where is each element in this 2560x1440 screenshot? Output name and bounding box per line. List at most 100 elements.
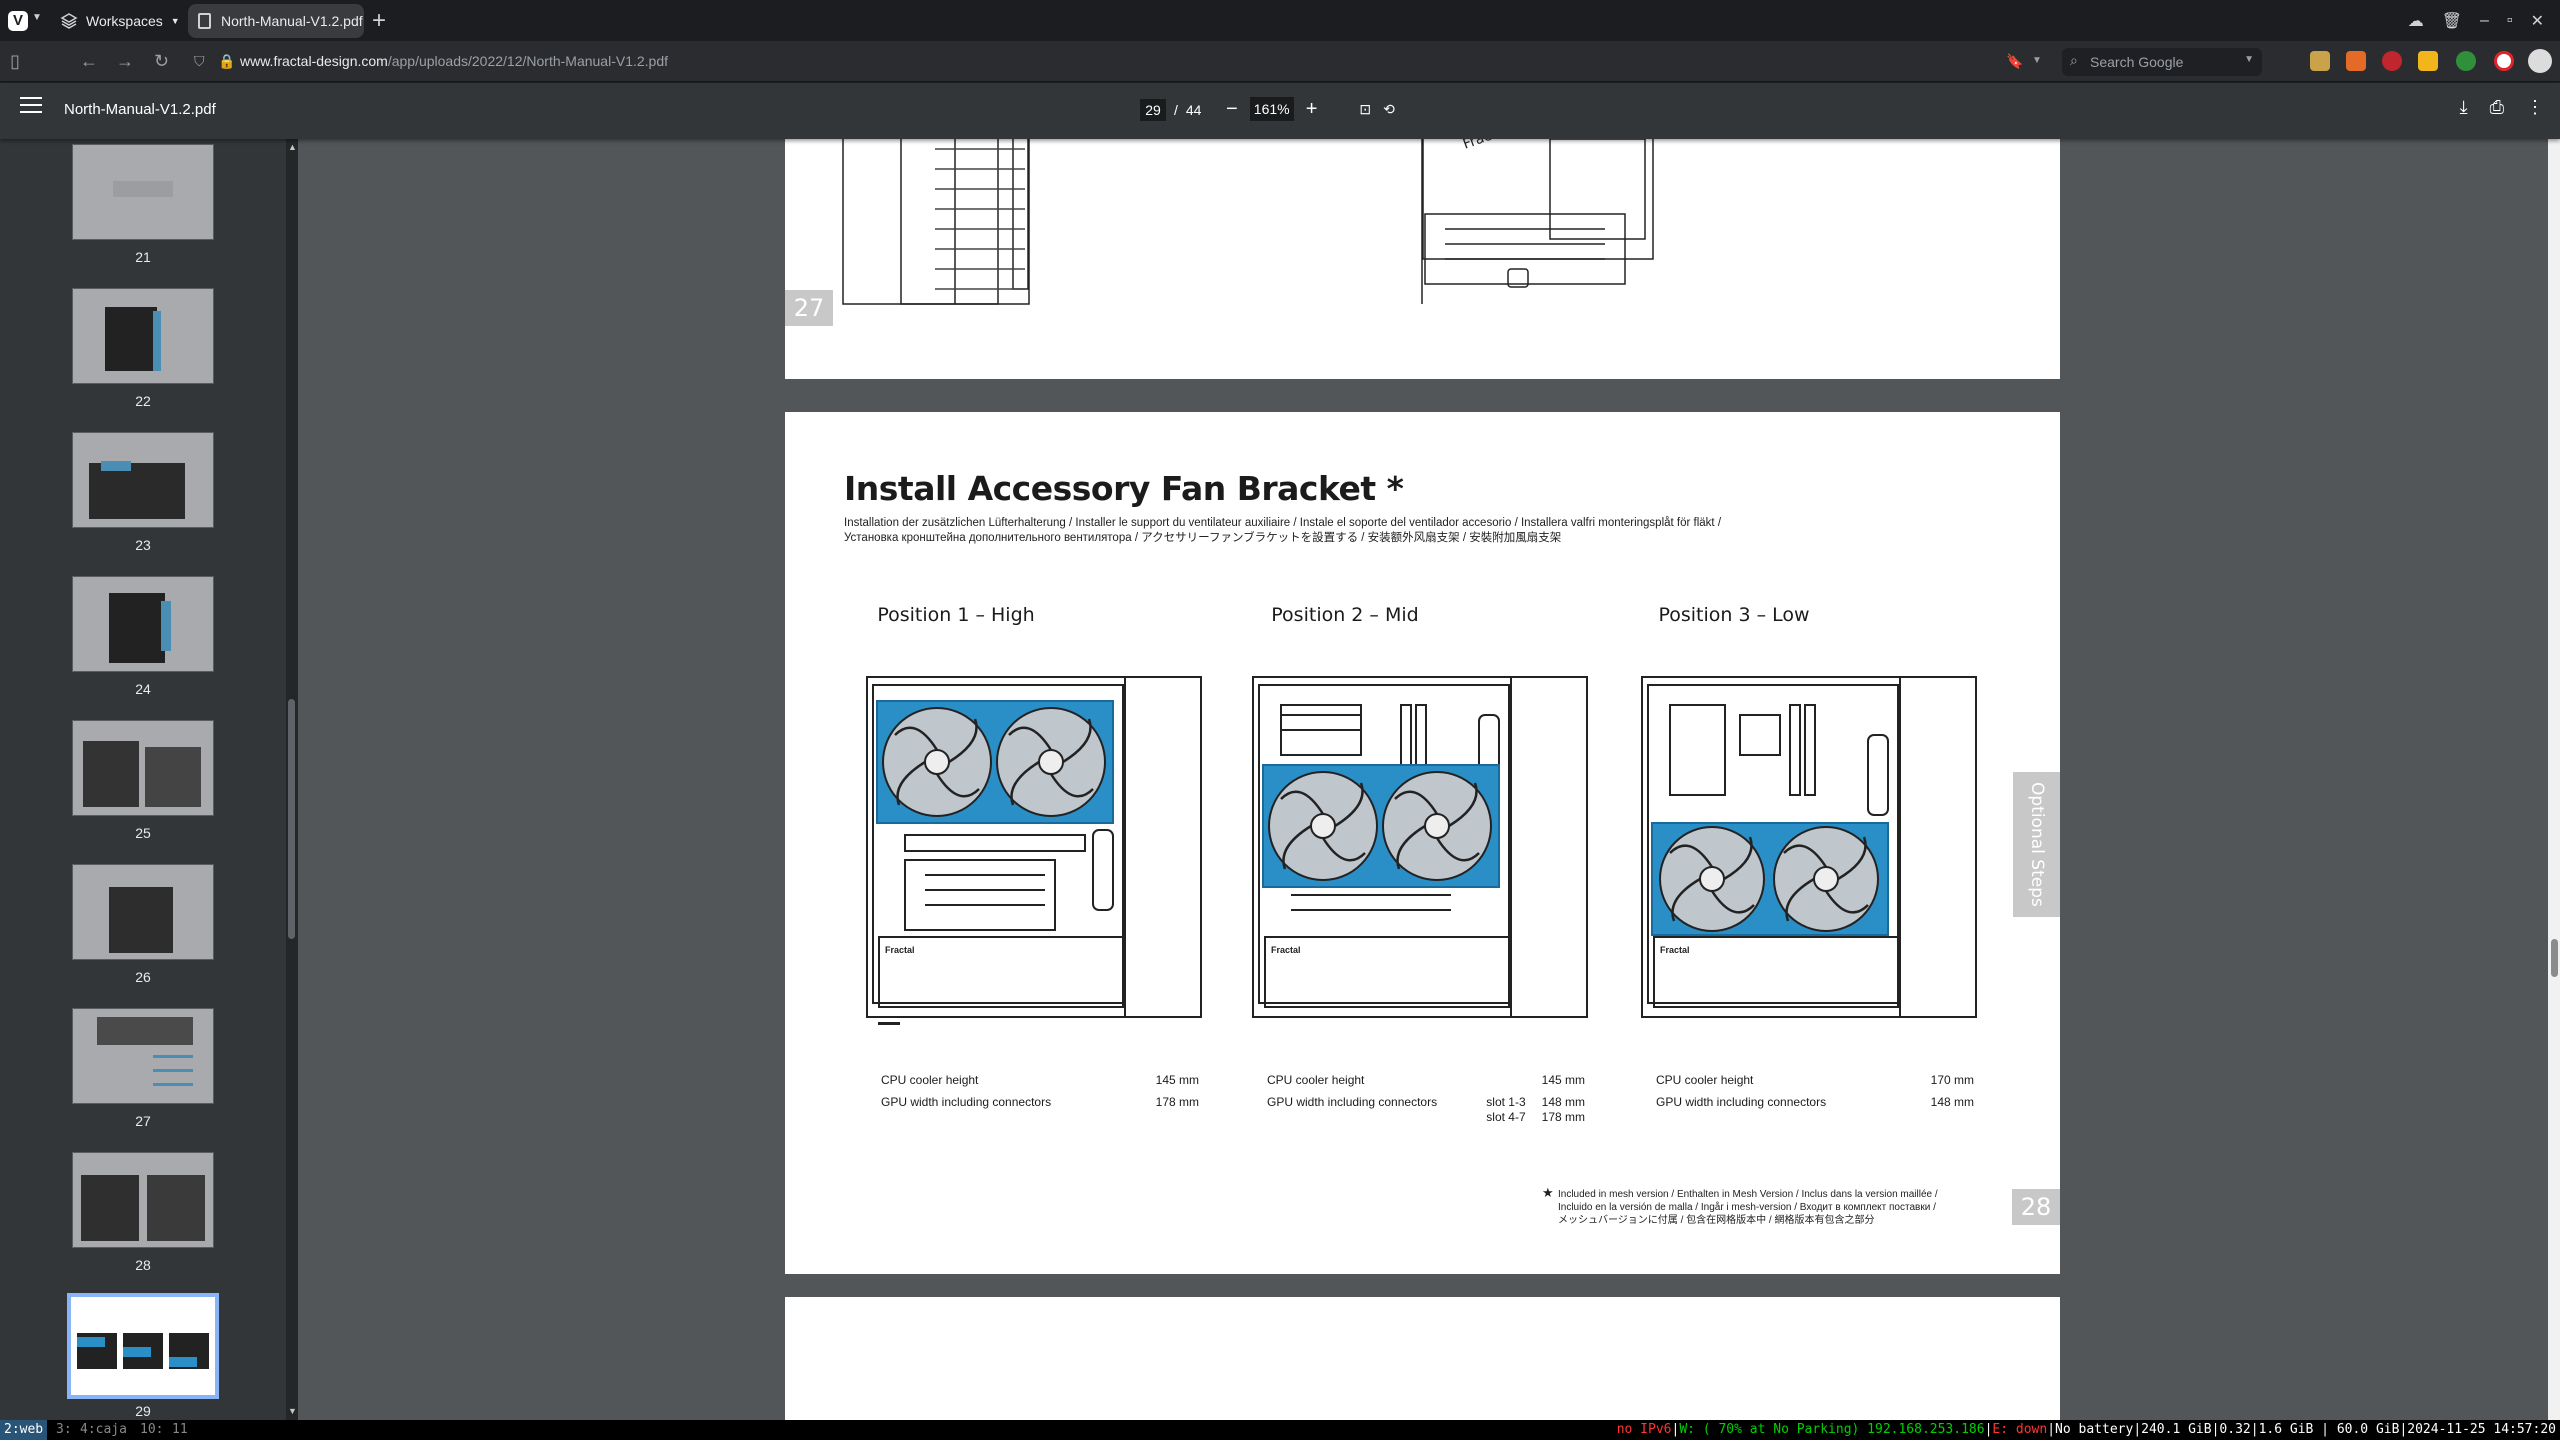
star-icon: ★ xyxy=(1542,1185,1554,1200)
site-info-icon[interactable]: ⛉ xyxy=(194,53,205,70)
spec-label: CPU cooler height xyxy=(1656,1073,1754,1087)
thumbnail-page-23[interactable] xyxy=(72,432,214,528)
pdf-actions: ⤓ ⎙ ⋮ xyxy=(2460,97,2544,118)
vivaldi-menu-icon[interactable]: V xyxy=(8,11,28,31)
forward-button[interactable]: → xyxy=(116,51,134,72)
zoom-input[interactable]: 161% xyxy=(1249,97,1294,121)
zoom-in-button[interactable]: + xyxy=(1306,98,1318,121)
optional-steps-tab: Optional Steps xyxy=(2013,772,2060,917)
reload-button[interactable]: ↻ xyxy=(154,51,169,72)
print-icon[interactable]: ⎙ xyxy=(2490,97,2504,118)
page-number-badge: 28 xyxy=(2012,1189,2060,1225)
trash-icon[interactable]: 🗑 xyxy=(2442,11,2462,31)
extension-icon[interactable] xyxy=(2456,51,2476,71)
extension-icon[interactable] xyxy=(2418,51,2438,71)
menu-icon[interactable] xyxy=(20,97,42,115)
more-options-icon[interactable]: ⋮ xyxy=(2526,97,2544,118)
thumbnail-page-28[interactable] xyxy=(72,1152,214,1248)
thumbnail-number: 23 xyxy=(135,537,151,553)
datetime: 2024-11-25 14:57:20 xyxy=(2407,1422,2556,1437)
spec-label: GPU width including connectors xyxy=(1656,1095,1827,1109)
spec-value: 178 mm xyxy=(1541,1110,1585,1124)
thumbnail-number: 26 xyxy=(135,969,151,985)
thumbnail-page-25[interactable] xyxy=(72,720,214,816)
svg-text:Fractal: Fractal xyxy=(885,945,915,955)
workspaces-button[interactable]: Workspaces ▼ xyxy=(60,8,180,34)
page-number-input[interactable]: 29 xyxy=(1140,99,1166,121)
thumbnail-number: 21 xyxy=(135,249,151,265)
thumbnail-number: 24 xyxy=(135,681,151,697)
page-title: Install Accessory Fan Bracket * xyxy=(844,469,1404,508)
wifi-status: W: ( 70% at No Parking) 192.168.253.186 xyxy=(1679,1422,1985,1437)
workspace-11[interactable]: 11 xyxy=(168,1420,192,1440)
layers-icon xyxy=(60,13,78,29)
workspace-caja[interactable]: 4:caja xyxy=(76,1420,131,1440)
window-controls: ☁ 🗑 – ▫ ✕ xyxy=(2408,0,2560,41)
load-status: 0.32 xyxy=(2219,1422,2251,1437)
viewer-scroll-thumb[interactable] xyxy=(2551,939,2558,977)
back-button[interactable]: ← xyxy=(80,51,98,72)
ipv6-status: no IPv6 xyxy=(1616,1422,1672,1437)
thumbnail-page-24[interactable] xyxy=(72,576,214,672)
url-field[interactable]: www.fractal-design.com/app/uploads/2022/… xyxy=(240,53,668,69)
spec-value: 145 mm xyxy=(1541,1073,1585,1087)
system-status-bar: 2:web 3: 4:caja 10: 11 no IPv6|W: ( 70% … xyxy=(0,1420,2560,1440)
position-1-specs: CPU cooler height 145 mm GPU width includ… xyxy=(881,1073,1199,1117)
scroll-up-arrow[interactable]: ▲ xyxy=(288,142,297,152)
thumbnail-page-22[interactable] xyxy=(72,288,214,384)
rotate-icon[interactable]: ⟲ xyxy=(1383,101,1395,118)
thumbnail-page-21[interactable] xyxy=(72,144,214,240)
spec-label: CPU cooler height xyxy=(881,1073,979,1087)
pdf-viewer: Fractal 27 Install Accessory Fan Bracket… xyxy=(298,139,2548,1420)
battery-status: No battery xyxy=(2055,1422,2134,1437)
thumbnail-number: 25 xyxy=(135,825,151,841)
download-icon[interactable]: ⤓ xyxy=(2460,97,2468,118)
scroll-down-arrow[interactable]: ▼ xyxy=(288,1406,297,1416)
spec-label: CPU cooler height xyxy=(1267,1073,1365,1087)
thumbnail-page-29[interactable] xyxy=(67,1293,219,1399)
viewer-scrollbar[interactable] xyxy=(2548,139,2560,1420)
zoom-out-button[interactable]: − xyxy=(1226,98,1238,121)
memory-status: 1.6 GiB | 60.0 GiB xyxy=(2258,1422,2400,1437)
workspace-3[interactable]: 3: xyxy=(52,1420,76,1440)
panel-toggle-icon[interactable]: ▯ xyxy=(10,51,20,72)
chevron-down-icon[interactable]: ▼ xyxy=(32,12,42,23)
case-illustration: Fractal xyxy=(842,139,1654,305)
chevron-down-icon[interactable]: ▼ xyxy=(2032,55,2042,66)
workspace-10[interactable]: 10: xyxy=(136,1420,167,1440)
search-field[interactable]: ⌕ Search Google ▼ xyxy=(2062,48,2262,76)
extension-icon[interactable] xyxy=(2382,51,2402,71)
thumbnail-page-26[interactable] xyxy=(72,864,214,960)
new-tab-button[interactable]: + xyxy=(372,7,386,35)
zoom-controls: − 161% + ⊡ ⟲ xyxy=(1226,97,1395,121)
svg-text:Fractal: Fractal xyxy=(1660,945,1690,955)
url-path: /app/uploads/2022/12/North-Manual-V1.2.p… xyxy=(387,53,669,69)
close-window-button[interactable]: ✕ xyxy=(2531,11,2544,31)
workspaces-label: Workspaces xyxy=(86,13,163,29)
spec-value: 145 mm xyxy=(1155,1073,1199,1087)
position-2-title: Position 2 – Mid xyxy=(1271,604,1419,626)
footnote: ★ Included in mesh version / Enthalten i… xyxy=(1542,1185,1962,1227)
chevron-down-icon: ▼ xyxy=(2244,54,2254,65)
maximize-button[interactable]: ▫ xyxy=(2507,12,2513,30)
sidebar-scrollbar[interactable] xyxy=(286,139,298,1420)
minimize-button[interactable]: – xyxy=(2480,12,2489,30)
thumbnail-page-27[interactable] xyxy=(72,1008,214,1104)
footnote-line: メッシュバージョンに付属 / 包含在网格版本中 / 網格版本有包含之部分 xyxy=(1558,1215,1875,1226)
fit-page-icon[interactable]: ⊡ xyxy=(1359,101,1371,118)
block-icon[interactable] xyxy=(2494,51,2514,71)
tab-pdf[interactable]: North-Manual-V1.2.pdf xyxy=(188,4,364,38)
spec-value: 178 mm xyxy=(1155,1095,1199,1109)
avatar[interactable] xyxy=(2528,49,2552,73)
case-position-2-diagram: Fractal xyxy=(1252,676,1588,1018)
cloud-sync-icon[interactable]: ☁ xyxy=(2408,11,2424,31)
spec-slot: slot 1-3 xyxy=(1486,1095,1526,1109)
thumbnail-number: 22 xyxy=(135,393,151,409)
sidebar-scroll-thumb[interactable] xyxy=(288,699,295,939)
document-icon xyxy=(198,13,211,29)
extension-icon[interactable] xyxy=(2310,51,2330,71)
position-1-title: Position 1 – High xyxy=(877,604,1035,626)
workspace-web[interactable]: 2:web xyxy=(0,1420,48,1440)
extension-icon[interactable] xyxy=(2346,51,2366,71)
bookmark-icon[interactable]: 🔖 xyxy=(2006,53,2023,70)
